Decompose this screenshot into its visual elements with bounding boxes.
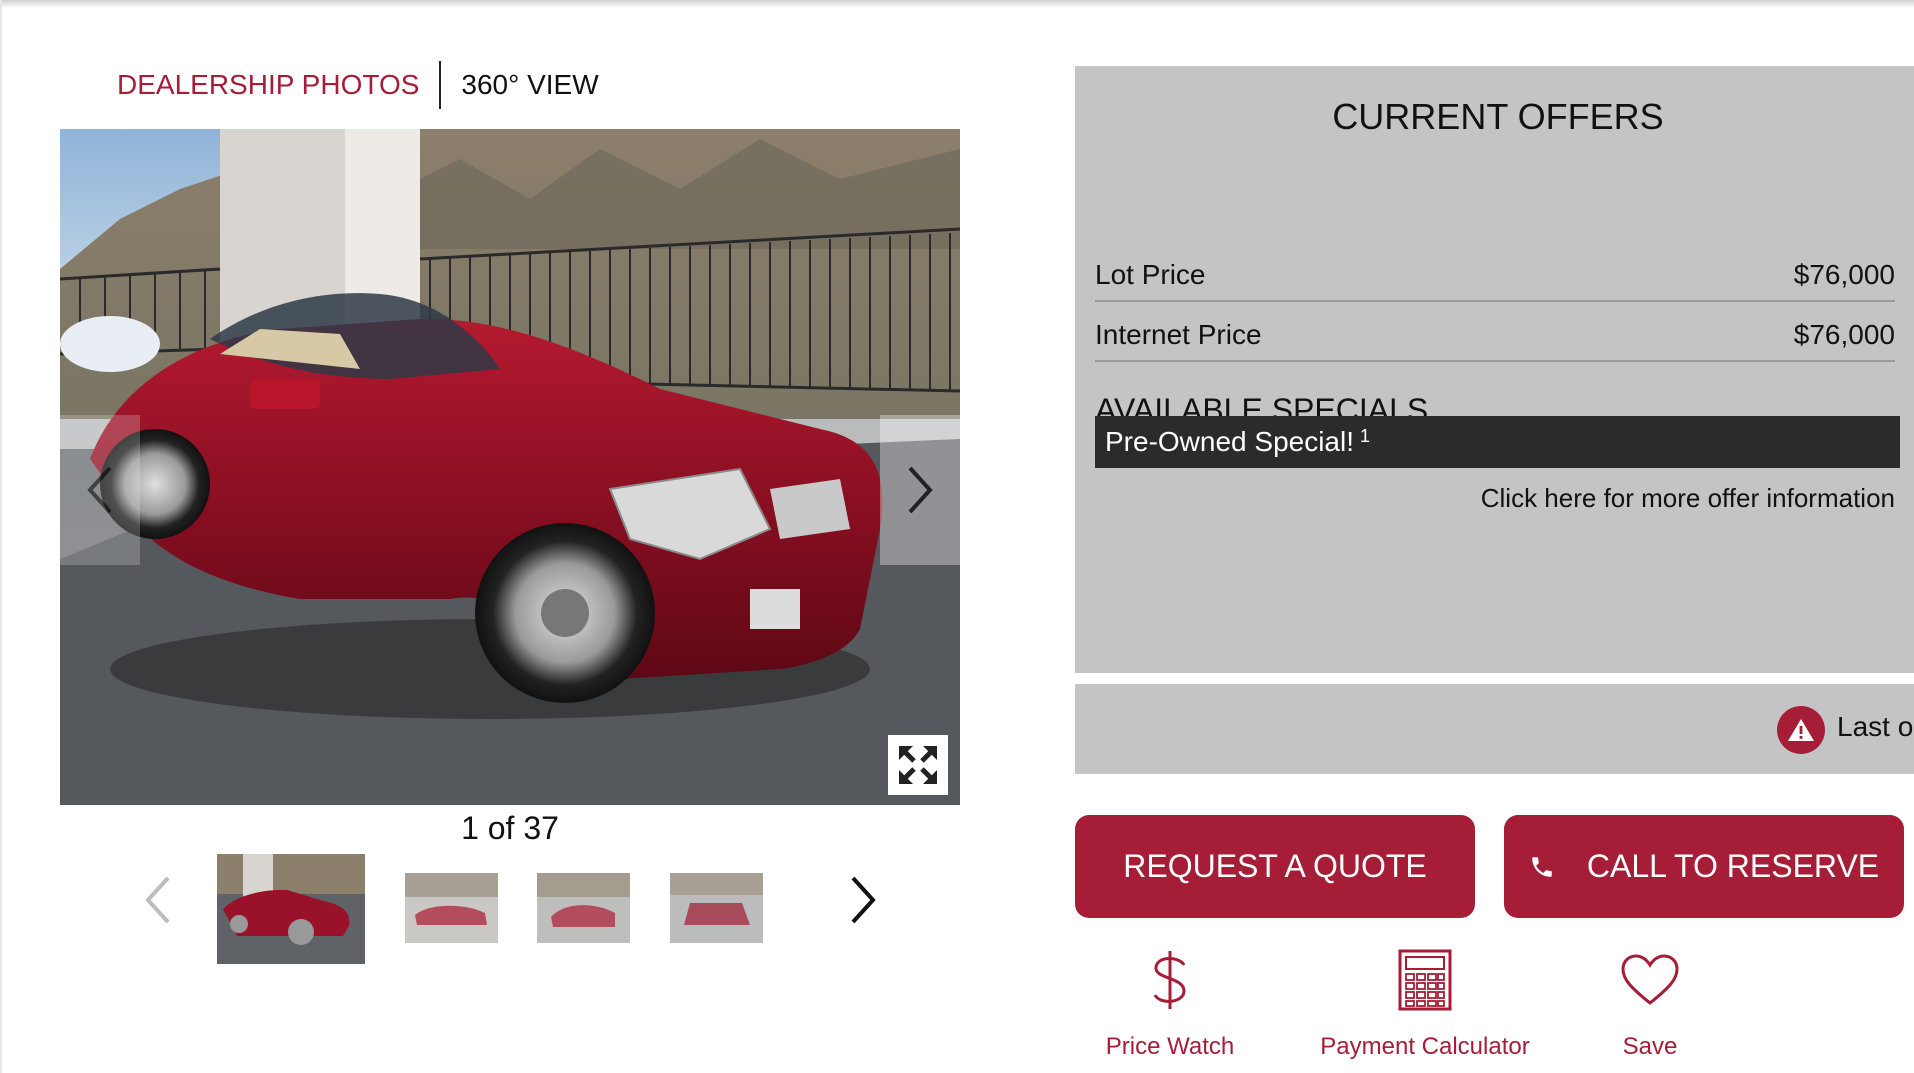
alert-bar: Last o (1075, 684, 1914, 774)
request-quote-button[interactable]: REQUEST A QUOTE (1075, 815, 1475, 918)
price-value: $76,000 (1793, 259, 1895, 290)
chevron-right-icon (851, 876, 876, 924)
price-label: Lot Price (1095, 259, 1206, 290)
chevron-left-icon (87, 466, 112, 514)
chevron-left-icon (145, 876, 170, 924)
car-photo-illustration (60, 129, 960, 805)
save-button[interactable]: Save (1600, 945, 1700, 1061)
call-to-reserve-button[interactable]: CALL TO RESERVE (1504, 815, 1904, 918)
offers-title: CURRENT OFFERS (1332, 96, 1664, 137)
thumbnail-4[interactable] (670, 873, 763, 943)
main-vehicle-photo[interactable] (60, 129, 960, 805)
thumbnail-3[interactable] (537, 873, 630, 943)
thumbnail-image (537, 873, 630, 943)
thumbnail-image (670, 873, 763, 943)
fullscreen-button[interactable] (888, 735, 948, 795)
warning-icon (1777, 706, 1825, 754)
price-label: Internet Price (1095, 319, 1262, 350)
heart-icon (1620, 945, 1680, 1015)
photo-next-button[interactable] (880, 415, 960, 565)
thumbnail-2[interactable] (405, 873, 498, 943)
special-offer-footnote: 1 (1360, 425, 1371, 446)
phone-icon (1529, 854, 1555, 880)
chevron-right-icon (908, 466, 933, 514)
price-value: $76,000 (1793, 319, 1895, 350)
call-to-reserve-label: CALL TO RESERVE (1586, 848, 1880, 884)
special-offer-button[interactable]: Pre-Owned Special! 1 (1095, 416, 1900, 468)
price-watch-button[interactable]: Price Watch (1105, 945, 1235, 1061)
alert-text: Last o (1837, 711, 1914, 742)
tab-360-view[interactable]: 360° VIEW (461, 69, 598, 101)
gallery-tabs: DEALERSHIP PHOTOS 360° VIEW (117, 60, 599, 110)
tab-divider (439, 61, 442, 109)
photo-prev-button[interactable] (60, 415, 140, 565)
photo-counter: 1 of 37 (461, 810, 559, 846)
current-offers-panel: CURRENT OFFERS Lot Price $76,000 Interne… (1075, 66, 1914, 673)
special-offer-label: Pre-Owned Special! (1105, 426, 1355, 457)
thumbnail-1[interactable] (217, 854, 365, 964)
calculator-icon (1398, 945, 1452, 1015)
payment-calculator-button[interactable]: Payment Calculator (1320, 945, 1530, 1061)
expand-icon (899, 746, 937, 784)
dollar-icon (1150, 945, 1190, 1015)
thumbnail-prev-button[interactable] (133, 870, 183, 930)
request-quote-label: REQUEST A QUOTE (1123, 848, 1427, 884)
thumbnail-image (217, 854, 365, 964)
more-offer-info-link[interactable]: Click here for more offer information (1481, 483, 1895, 514)
payment-calculator-label: Payment Calculator (1320, 1033, 1530, 1060)
price-row-internet: Internet Price $76,000 (1095, 304, 1895, 362)
tab-dealership-photos[interactable]: DEALERSHIP PHOTOS (117, 69, 419, 101)
thumbnail-next-button[interactable] (838, 870, 888, 930)
price-row-lot: Lot Price $76,000 (1095, 244, 1895, 302)
thumbnail-image (405, 873, 498, 943)
left-border (0, 0, 2, 1073)
price-watch-label: Price Watch (1105, 1033, 1235, 1060)
top-shadow (0, 0, 1914, 8)
save-label: Save (1622, 1033, 1678, 1060)
